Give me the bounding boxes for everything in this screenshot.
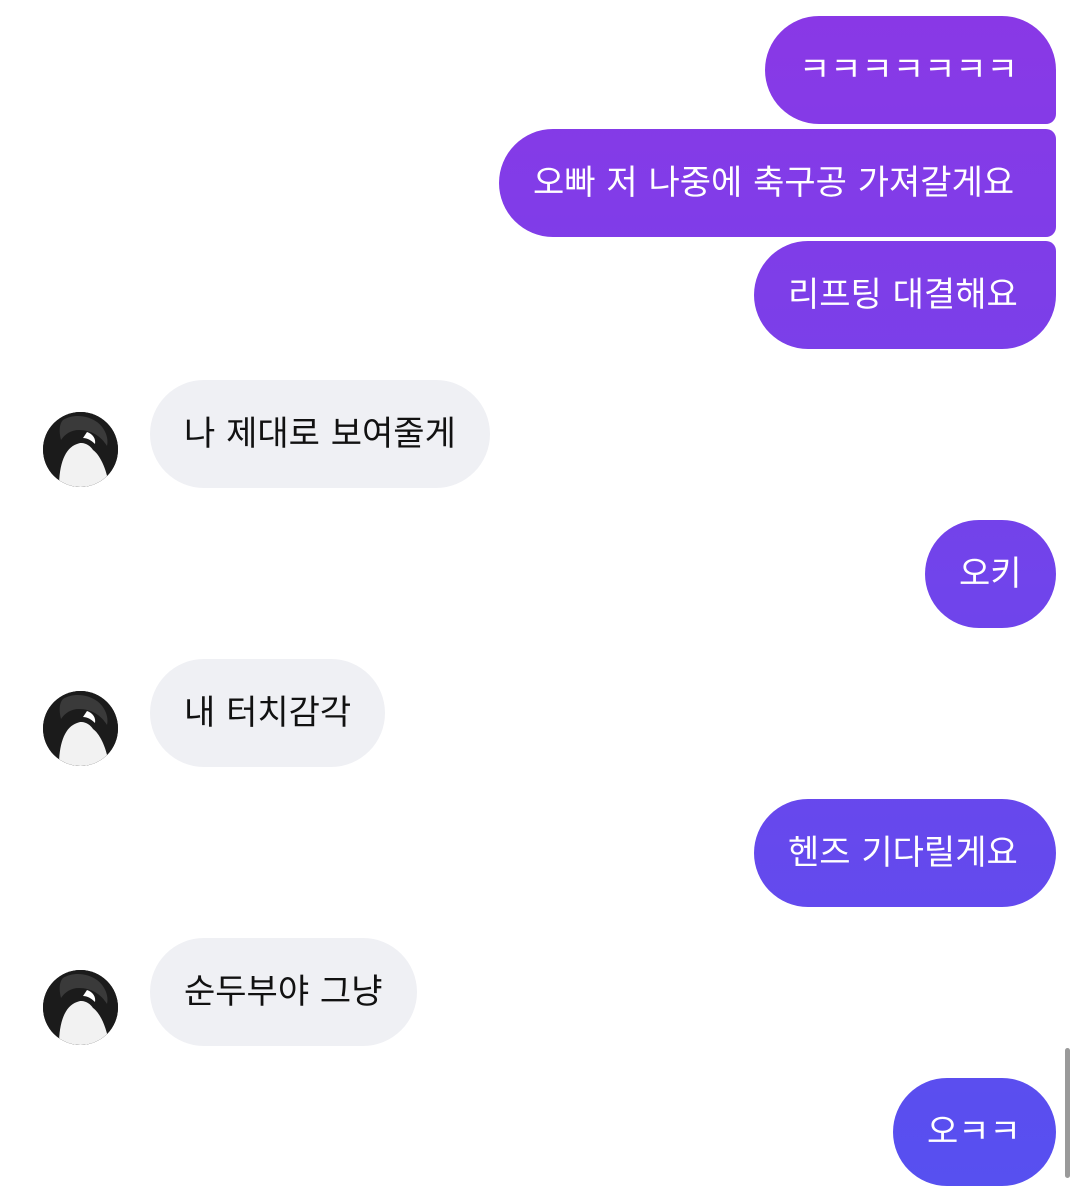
message-text: 순두부야 그냥 [184, 972, 383, 1012]
incoming-message[interactable]: 나 제대로 보여줄게 [150, 380, 490, 488]
chat-thread: ㅋㅋㅋㅋㅋㅋㅋ 오빠 저 나중에 축구공 가져갈게요 리프팅 대결해요 나 제대… [0, 0, 1078, 1200]
outgoing-message[interactable]: 헨즈 기다릴게요 [754, 799, 1056, 907]
outgoing-message[interactable]: 오키 [925, 520, 1056, 628]
sender-avatar[interactable] [43, 412, 118, 487]
message-text: 오키 [959, 554, 1022, 594]
profile-photo-avatar-icon [43, 970, 118, 1045]
message-text: 오빠 저 나중에 축구공 가져갈게요 [533, 163, 1015, 203]
outgoing-message[interactable]: 오빠 저 나중에 축구공 가져갈게요 [499, 129, 1056, 237]
outgoing-message[interactable]: 오ㅋㅋ [893, 1078, 1056, 1186]
incoming-message[interactable]: 내 터치감각 [150, 659, 386, 767]
outgoing-message[interactable]: ㅋㅋㅋㅋㅋㅋㅋ [765, 16, 1056, 124]
message-text: 리프팅 대결해요 [788, 275, 1018, 315]
message-text: 헨즈 기다릴게요 [788, 833, 1018, 873]
scrollbar-thumb[interactable] [1065, 1048, 1070, 1178]
message-text: ㅋㅋㅋㅋㅋㅋㅋ [799, 50, 1018, 90]
message-text: 나 제대로 보여줄게 [184, 414, 456, 454]
message-text: 오ㅋㅋ [927, 1112, 1021, 1152]
sender-avatar[interactable] [43, 691, 118, 766]
sender-avatar[interactable] [43, 970, 118, 1045]
profile-photo-avatar-icon [43, 691, 118, 766]
message-text: 내 터치감각 [184, 693, 352, 733]
profile-photo-avatar-icon [43, 412, 118, 487]
incoming-message[interactable]: 순두부야 그냥 [150, 938, 417, 1046]
outgoing-message[interactable]: 리프팅 대결해요 [754, 241, 1056, 349]
